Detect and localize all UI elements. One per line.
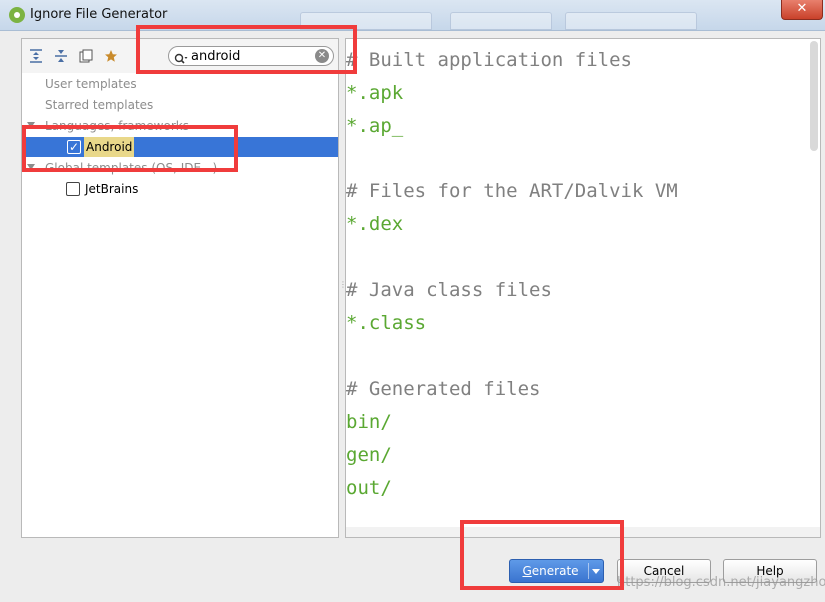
editor-line: gen/ [346,444,392,466]
tree-item-label: JetBrains [85,182,139,196]
editor-line: *.class [346,312,427,334]
editor-line: # Generated files [346,378,541,400]
close-button[interactable]: ✕ [781,0,823,20]
tree-item-label: Starred templates [45,98,154,112]
editor-line: *.ap_ [346,115,404,137]
editor-line: # Files for the ART/Dalvik VM [346,180,678,202]
template-tree-panel: ✕ User templates Starred templates Langu… [21,38,339,538]
annotation-box-generate [460,520,624,590]
preview-editor[interactable]: # Built application files *.apk *.ap_ # … [345,38,821,538]
tree-item-user-templates[interactable]: User templates [22,74,338,94]
background-tab [450,12,552,30]
editor-line: *.apk [346,82,404,104]
collapse-all-icon[interactable] [54,49,68,63]
expand-all-icon[interactable] [29,49,43,63]
tree-item-starred-templates[interactable]: Starred templates [22,95,338,115]
annotation-box-android [22,125,238,172]
editor-line: # Built application files [346,49,632,71]
editor-line: *.dex [346,213,404,235]
editor-line: # Java class files [346,279,552,301]
watermark: https://blog.csdn.net/jiayangzhou [617,575,825,590]
panel-splitter[interactable]: ⋮ [339,280,347,296]
window-title: Ignore File Generator [30,7,168,22]
background-tab [565,12,697,30]
vertical-scrollbar[interactable] [810,41,818,151]
title-bar: Ignore File Generator ✕ [0,0,825,31]
annotation-box-search [136,25,357,74]
jetbrains-checkbox[interactable] [66,182,80,196]
editor-line: bin/ [346,411,392,433]
editor-line: out/ [346,477,392,499]
tree-item-label: User templates [45,77,137,91]
android-studio-icon [9,7,25,23]
star-icon[interactable] [104,49,118,63]
tree-item-jetbrains[interactable]: JetBrains [22,179,338,199]
copy-icon[interactable] [79,49,93,63]
